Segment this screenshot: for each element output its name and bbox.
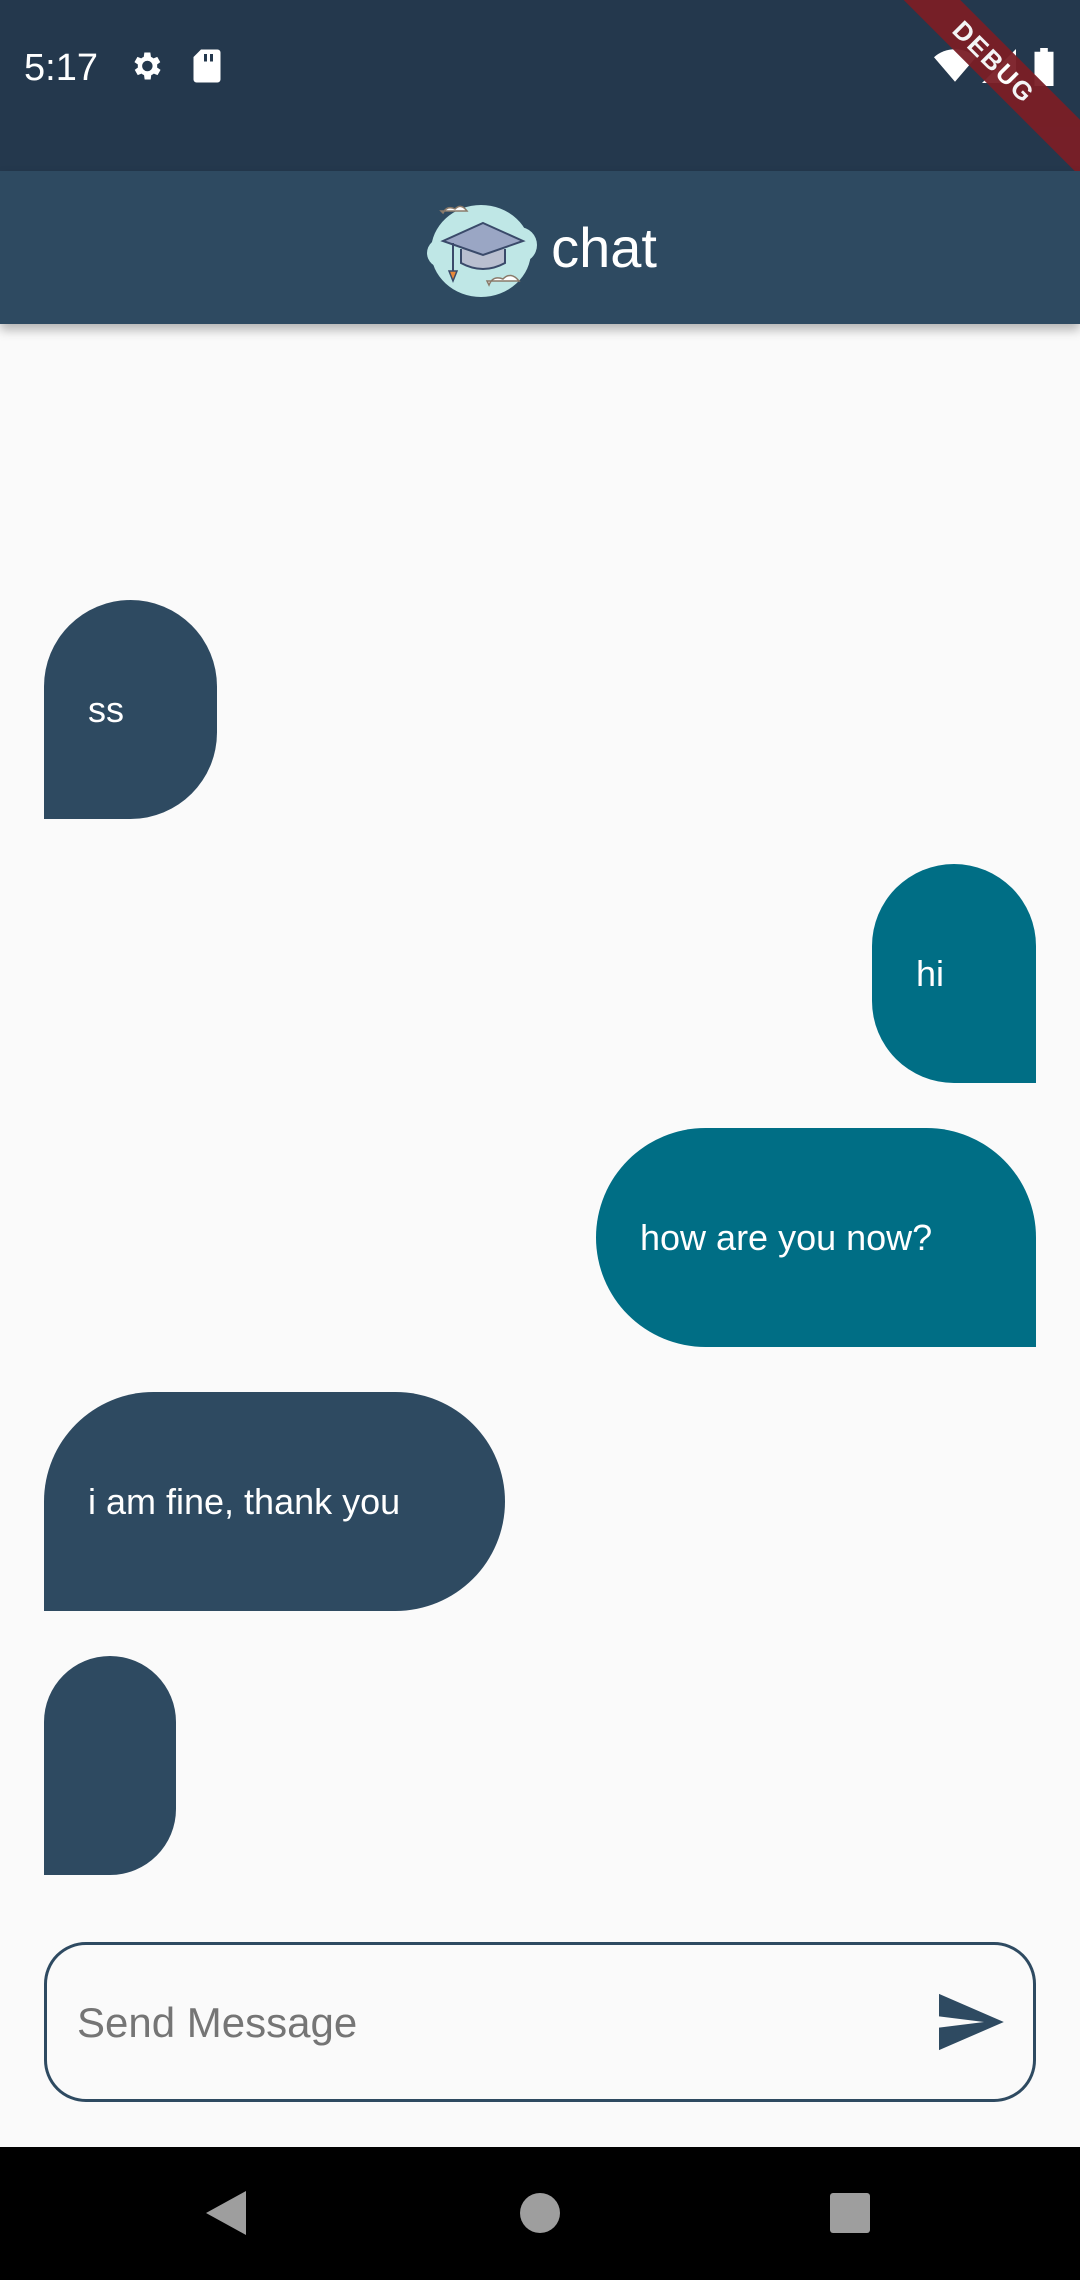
message-text: how are you now? [640,1216,933,1258]
recents-icon[interactable] [780,2147,920,2280]
message-bubble-incoming: ss [44,600,217,819]
app-title: chat [551,215,657,279]
message-text: i am fine, thank you [88,1480,401,1522]
message-bubble-outgoing: how are you now? [596,1128,1036,1347]
status-bar: 5:17 DEBUG [0,0,1080,171]
graduation-cap-cloud-icon [427,204,538,297]
chat-message-list[interactable]: ss hi how are you now? i am fine, thank … [0,324,1080,1920]
home-icon[interactable] [470,2147,610,2280]
message-bubble-incoming: i am fine, thank you [44,1392,505,1611]
sd-card-icon [193,49,221,83]
message-text: hi [916,952,945,994]
message-composer [44,1942,1036,2102]
message-input[interactable] [75,1945,939,2101]
status-time: 5:17 [24,47,98,89]
send-icon[interactable] [935,1991,1005,2053]
app-bar: chat [0,171,1080,324]
system-navigation-bar [0,2147,1080,2280]
message-bubble-outgoing: hi [872,864,1036,1083]
message-bubble-incoming [44,1656,176,1875]
settings-icon [134,52,161,80]
back-icon[interactable] [156,2147,296,2280]
message-text: ss [88,688,124,730]
